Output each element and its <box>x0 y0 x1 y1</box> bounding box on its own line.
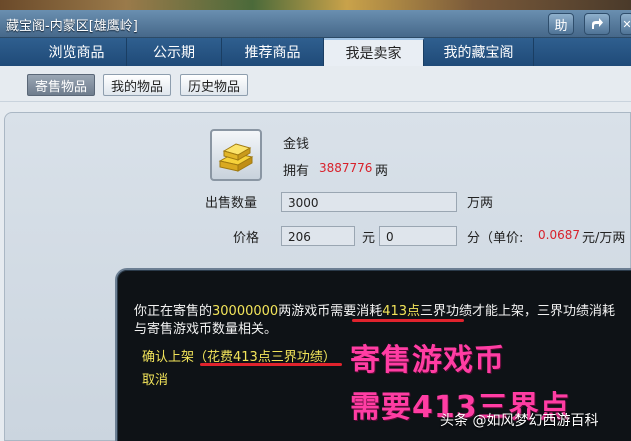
subtab-history[interactable]: 历史物品 <box>180 74 249 96</box>
subtab-my-items[interactable]: 我的物品 <box>103 74 172 96</box>
tab-recommended[interactable]: 推荐商品 <box>222 38 324 66</box>
main-nav: 浏览商品 公示期 推荐商品 我是卖家 我的藏宝阁 <box>0 38 631 66</box>
item-name: 金钱 <box>283 137 310 152</box>
price-fen-input[interactable]: 0 <box>379 226 457 246</box>
dialog-text-c: 三界功绩才能上架，三界功绩消耗 <box>420 304 616 319</box>
quantity-unit: 万两 <box>467 196 494 211</box>
cancel-button[interactable]: 取消 <box>142 369 168 388</box>
arrow-icon <box>592 18 603 29</box>
dialog-amount: 30000000 <box>212 304 279 319</box>
window-title: 藏宝阁-内蒙区[雄鹰岭] <box>6 19 138 34</box>
overlay-line-1: 寄售游戏币 <box>350 343 505 378</box>
yuan-unit: 元 <box>362 231 376 246</box>
help-button[interactable]: 助 <box>548 13 574 35</box>
own-amount: 3887776 <box>319 161 373 175</box>
close-button[interactable]: ✕ <box>620 13 631 35</box>
own-unit: 两 <box>375 164 389 179</box>
price-yuan-input[interactable]: 206 <box>281 226 355 246</box>
price-label: 价格 <box>233 231 260 246</box>
subtab-consign[interactable]: 寄售物品 <box>27 74 96 96</box>
gold-ingot-icon <box>210 129 262 181</box>
unit-price: 0.0687 <box>538 228 580 242</box>
dialog-line-2: 与寄售游戏币数量相关。 <box>134 322 278 337</box>
close-icon: ✕ <box>622 17 631 31</box>
quantity-input[interactable]: 3000 <box>281 192 457 212</box>
title-bar: 藏宝阁-内蒙区[雄鹰岭] 助 ✕ <box>0 10 631 38</box>
quantity-label: 出售数量 <box>205 196 258 211</box>
price-fen-value: 0 <box>386 230 394 244</box>
fen-unit: 分（单价: <box>467 231 524 246</box>
confirm-underline <box>200 363 342 366</box>
help-label: 助 <box>554 18 568 34</box>
tab-browse[interactable]: 浏览商品 <box>27 38 127 66</box>
dialog-points: 413点 <box>382 304 421 319</box>
quantity-value: 3000 <box>288 196 319 210</box>
tab-public[interactable]: 公示期 <box>127 38 222 66</box>
watermark: 头条 @如风梦幻西游百科 <box>440 413 599 429</box>
points-underline <box>352 319 464 322</box>
dialog-text-a: 你正在寄售的 <box>134 304 213 319</box>
price-yuan-value: 206 <box>288 230 311 244</box>
unit-price-suffix: 元/万两 <box>582 231 626 246</box>
sub-tabs: 寄售物品 我的物品 历史物品 <box>0 66 631 102</box>
dialog-line-1: 你正在寄售的30000000两游戏币需要消耗413点三界功绩才能上架，三界功绩消… <box>134 300 615 319</box>
share-button[interactable] <box>584 13 610 35</box>
own-label: 拥有 <box>283 164 310 179</box>
tab-seller[interactable]: 我是卖家 <box>324 38 424 66</box>
tab-my-treasure[interactable]: 我的藏宝阁 <box>424 38 534 66</box>
dialog-text-b: 两游戏币需要消耗 <box>278 304 383 319</box>
